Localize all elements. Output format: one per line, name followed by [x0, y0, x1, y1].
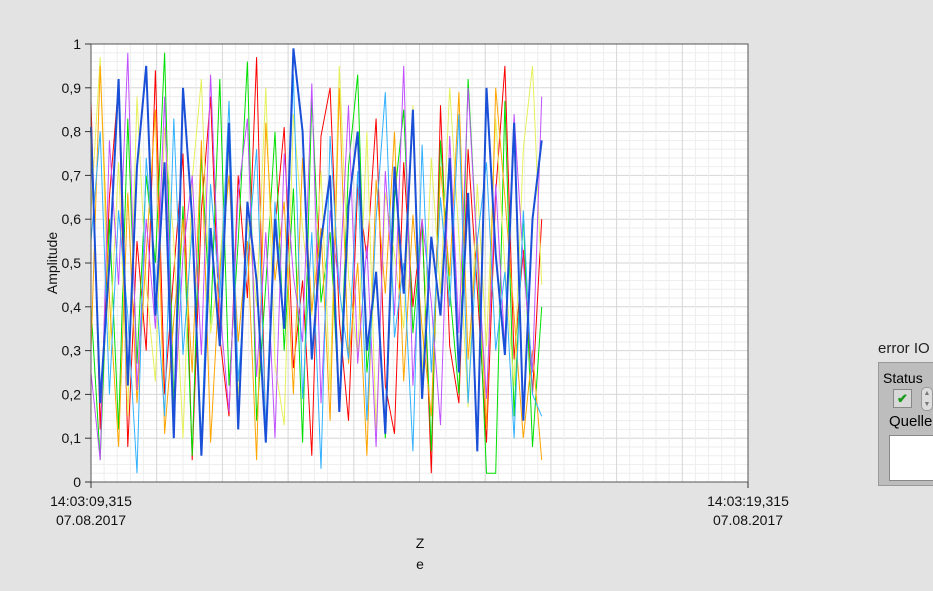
code-spinner[interactable]: ▲ ▼ [921, 387, 933, 411]
y-tick-label: 0,9 [62, 80, 82, 96]
y-axis: 0 0,1 0,2 0,3 0,4 0,5 0,6 0,7 0,8 0,9 1 [62, 36, 91, 490]
status-label: Status [883, 370, 923, 386]
x-tick-1-time: 14:03:19,315 [707, 493, 789, 509]
y-tick-label: 0,6 [62, 211, 82, 227]
y-tick-label: 0 [73, 474, 81, 490]
y-tick-label: 0,8 [62, 124, 82, 140]
y-tick-label: 0,4 [62, 299, 82, 315]
source-field[interactable] [889, 435, 933, 481]
x-tick-0-time: 14:03:09,315 [50, 493, 132, 509]
y-tick-label: 1 [73, 36, 81, 52]
status-checkbox[interactable]: ✔ [893, 389, 912, 408]
y-axis-label: Amplitude [44, 232, 60, 294]
x-tick-0-date: 07.08.2017 [56, 512, 126, 528]
x-axis-label-line-2: e [416, 556, 424, 572]
x-tick-1-date: 07.08.2017 [713, 512, 783, 528]
y-tick-label: 0,5 [62, 255, 82, 271]
y-tick-label: 0,2 [62, 386, 82, 402]
y-tick-label: 0,3 [62, 343, 82, 359]
waveform-chart: 00,10,20,30,40,50,60,70,80,91 Amplitude … [44, 36, 789, 572]
x-axis-label-line-1: Z [416, 535, 425, 551]
source-label: Quelle [889, 413, 933, 430]
error-io-label: error IO [878, 340, 930, 357]
check-icon: ✔ [897, 391, 908, 406]
error-io-panel: Status ✔ ▲ ▼ Quelle [878, 362, 933, 486]
y-tick-label: 0,1 [62, 430, 82, 446]
y-tick-label: 0,7 [62, 167, 82, 183]
